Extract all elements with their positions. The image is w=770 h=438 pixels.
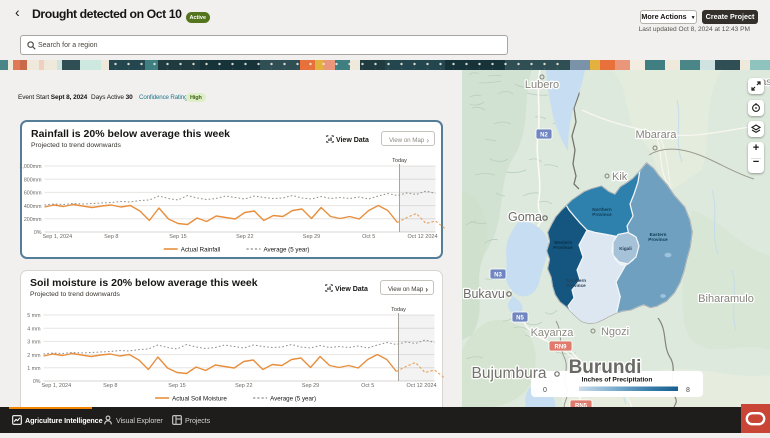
svg-text:2 mm: 2 mm — [27, 353, 41, 359]
svg-text:Oct 12 2024: Oct 12 2024 — [407, 383, 437, 389]
svg-text:RN9: RN9 — [554, 344, 567, 350]
svg-text:Today: Today — [392, 158, 407, 164]
svg-text:8: 8 — [686, 387, 690, 394]
svg-text:Lubero: Lubero — [525, 79, 559, 91]
svg-text:Sep 1, 2024: Sep 1, 2024 — [42, 383, 72, 389]
svg-text:Biharamulo: Biharamulo — [698, 293, 754, 305]
svg-text:Kik: Kik — [612, 171, 628, 183]
svg-text:N2: N2 — [540, 132, 548, 138]
svg-text:400mm: 400mm — [24, 204, 42, 210]
svg-text:Oct 5: Oct 5 — [362, 234, 375, 240]
svg-text:Ngozi: Ngozi — [601, 326, 629, 338]
svg-text:EasternProvince: EasternProvince — [648, 232, 668, 242]
svg-text:Sep 8: Sep 8 — [104, 234, 118, 240]
svg-text:200mm: 200mm — [24, 217, 42, 223]
svg-text:Kigali: Kigali — [619, 246, 632, 251]
svg-text:Mbarara: Mbarara — [636, 129, 678, 141]
svg-text:4 mm: 4 mm — [27, 326, 41, 332]
svg-text:3 mm: 3 mm — [27, 340, 41, 346]
svg-text:Sep 1, 2024: Sep 1, 2024 — [43, 234, 73, 240]
svg-text:NorthernProvince: NorthernProvince — [592, 207, 612, 217]
svg-text:Actual Soil Moisture: Actual Soil Moisture — [172, 395, 227, 402]
svg-text:Average (5 year): Average (5 year) — [264, 246, 310, 253]
svg-text:Burundi: Burundi — [569, 357, 642, 378]
svg-text:600mm: 600mm — [24, 191, 42, 197]
svg-text:0%: 0% — [34, 230, 42, 236]
svg-text:Sep 29: Sep 29 — [303, 234, 320, 240]
svg-text:Bujumbura: Bujumbura — [472, 365, 547, 382]
svg-text:Goma: Goma — [508, 210, 542, 224]
svg-text:Sep 22: Sep 22 — [235, 383, 252, 389]
svg-text:0%: 0% — [33, 379, 41, 385]
svg-text:Bukavu: Bukavu — [463, 287, 505, 301]
svg-text:Sep 29: Sep 29 — [302, 383, 319, 389]
svg-text:Kayanza: Kayanza — [531, 327, 575, 339]
svg-text:Sep 15: Sep 15 — [169, 234, 186, 240]
svg-text:N5: N5 — [516, 315, 524, 321]
svg-text:SouthernProvince: SouthernProvince — [566, 278, 586, 288]
svg-text:1 mm: 1 mm — [27, 366, 41, 372]
svg-text:Sep 15: Sep 15 — [168, 383, 185, 389]
svg-text:Oct 12 2024: Oct 12 2024 — [408, 234, 438, 240]
svg-text:5 mm: 5 mm — [27, 313, 41, 319]
svg-text:800mm: 800mm — [24, 177, 42, 183]
svg-text:WesternProvince: WesternProvince — [553, 240, 573, 250]
svg-text:N3: N3 — [494, 272, 502, 278]
svg-text:1,000mm: 1,000mm — [19, 164, 42, 170]
svg-text:Average (5 year): Average (5 year) — [270, 395, 316, 402]
svg-text:Oct 5: Oct 5 — [361, 383, 374, 389]
svg-text:Sep 8: Sep 8 — [103, 383, 117, 389]
svg-text:Actual Rainfall: Actual Rainfall — [181, 246, 221, 253]
svg-text:Today: Today — [391, 307, 406, 313]
svg-text:0: 0 — [543, 387, 547, 394]
svg-text:Sep 22: Sep 22 — [236, 234, 253, 240]
